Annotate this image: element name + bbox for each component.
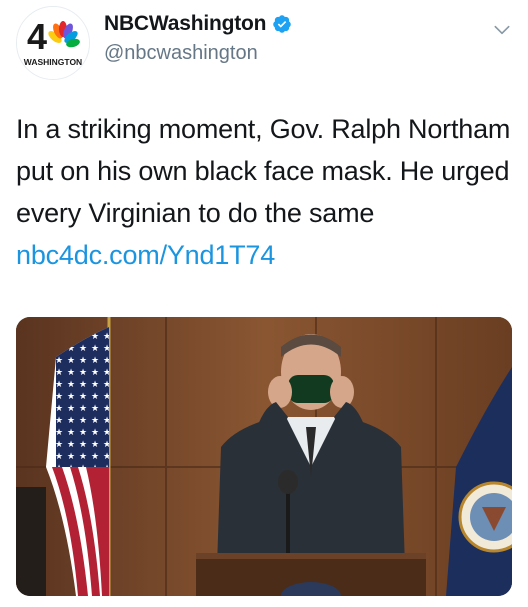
nbc4-logo-icon: 4 WASHINGTON [17,7,89,79]
verified-badge-icon [273,15,292,33]
display-name[interactable]: NBCWashington [104,12,266,36]
tweet-text: In a striking moment, Gov. Ralph Northam… [16,108,516,276]
handle[interactable]: @nbcwashington [104,42,258,65]
podium-icon [196,553,426,596]
tweet-photo[interactable]: ★ [16,317,512,596]
tweet-card: 4 WASHINGTON NBCWashington @nbcwashingto… [0,0,528,607]
avatar-number: 4 [27,16,47,57]
tweet-body: In a striking moment, Gov. Ralph Northam… [16,114,511,228]
author-name-row[interactable]: NBCWashington [104,12,292,36]
tweet-link[interactable]: nbc4dc.com/Ynd1T74 [16,240,275,270]
avatar-label: WASHINGTON [24,57,82,67]
avatar[interactable]: 4 WASHINGTON [16,6,90,80]
chevron-down-icon[interactable] [492,20,512,40]
photo-scene: ★ [16,317,512,596]
